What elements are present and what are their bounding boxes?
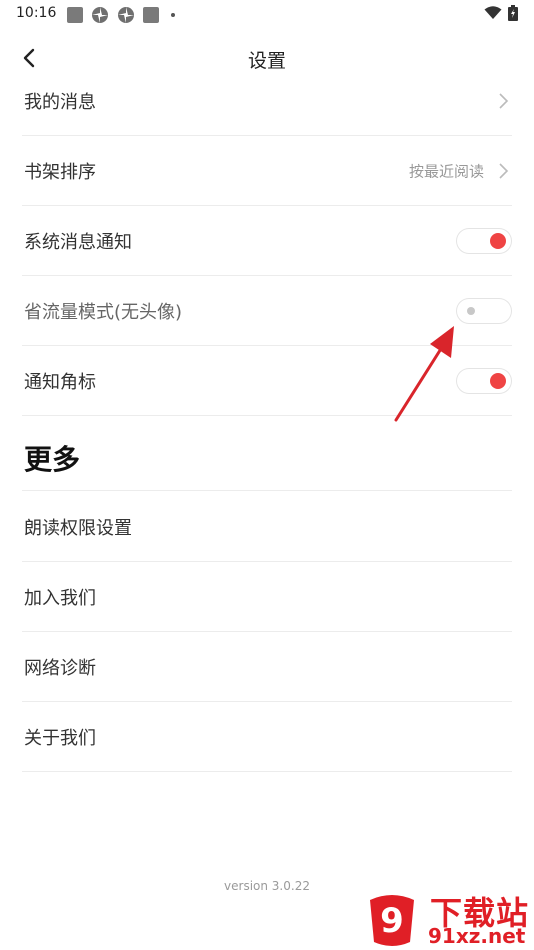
chevron-right-icon xyxy=(499,92,509,109)
notification-badge-toggle[interactable] xyxy=(456,367,512,394)
watermark-domain: 91xz.net xyxy=(428,924,526,948)
settings-row-system-notifications: 系统消息通知 xyxy=(22,206,512,276)
more-item-join-us[interactable]: 加入我们 xyxy=(22,562,512,632)
more-section-heading: 更多 xyxy=(24,443,81,476)
notification-icons xyxy=(67,6,175,24)
toggle-knob xyxy=(467,306,475,315)
watermark-badge-icon: 9 xyxy=(370,895,414,946)
row-label: 网络诊断 xyxy=(24,657,96,679)
row-label: 朗读权限设置 xyxy=(24,517,132,539)
row-label: 系统消息通知 xyxy=(24,231,132,253)
settings-row-my-messages[interactable]: 我的消息 xyxy=(22,66,512,136)
toggle-knob xyxy=(490,372,506,389)
chevron-right-icon xyxy=(499,162,509,179)
more-list: 朗读权限设置 加入我们 网络诊断 关于我们 xyxy=(22,492,512,772)
system-notifications-toggle[interactable] xyxy=(456,227,512,254)
more-item-about-us[interactable]: 关于我们 xyxy=(22,702,512,772)
annotation-arrow-icon xyxy=(394,326,454,422)
row-label: 关于我们 xyxy=(24,727,96,749)
settings-row-shelf-sort[interactable]: 书架排序 按最近阅读 xyxy=(22,136,512,206)
row-label: 书架排序 xyxy=(24,161,96,183)
row-label: 通知角标 xyxy=(24,371,96,393)
wifi-icon xyxy=(484,6,502,19)
more-item-network-diagnosis[interactable]: 网络诊断 xyxy=(22,632,512,702)
row-value: 按最近阅读 xyxy=(408,162,484,180)
divider xyxy=(22,490,512,491)
toggle-knob xyxy=(490,232,506,249)
watermark-badge-text: 9 xyxy=(380,901,404,941)
status-time: 10:16 xyxy=(16,5,57,21)
status-bar: 10:16 xyxy=(0,0,534,28)
row-label: 我的消息 xyxy=(24,91,96,113)
more-item-read-aloud-permissions[interactable]: 朗读权限设置 xyxy=(22,492,512,562)
data-saver-toggle[interactable] xyxy=(456,297,512,324)
pinwheel-icon xyxy=(92,7,108,23)
app-notification-icon xyxy=(143,7,159,23)
more-notifications-dot xyxy=(171,13,175,17)
pinwheel-icon xyxy=(118,7,134,23)
system-icons xyxy=(484,5,518,21)
row-label: 省流量模式(无头像) xyxy=(24,301,183,323)
row-label: 加入我们 xyxy=(24,587,96,609)
battery-icon xyxy=(508,5,518,21)
app-notification-icon xyxy=(67,7,83,23)
watermark-logo: 9 下载站 91xz.net xyxy=(360,884,534,950)
